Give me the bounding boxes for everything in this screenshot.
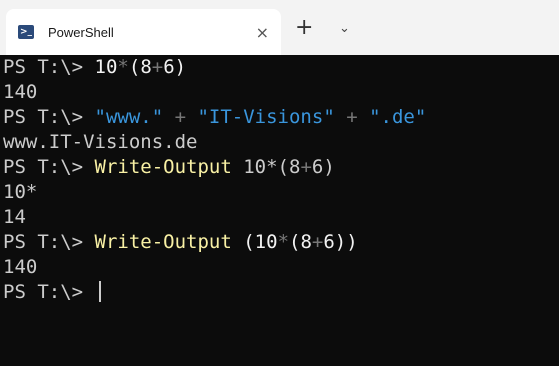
terminal-text: 140 xyxy=(3,81,38,103)
tab-title: PowerShell xyxy=(48,24,114,40)
new-tab-icon[interactable]: + xyxy=(295,17,313,39)
terminal-text: PS T:\> xyxy=(3,156,95,178)
tab-powershell[interactable]: >_ PowerShell × xyxy=(6,9,281,55)
terminal-text: "IT-Visions" xyxy=(197,106,335,128)
terminal-text: * xyxy=(277,231,290,253)
chevron-down-icon[interactable]: ⌄ xyxy=(339,22,350,35)
terminal-line: PS T:\> xyxy=(3,280,559,305)
terminal-text: PS T:\> xyxy=(3,56,95,78)
text-cursor xyxy=(98,281,101,302)
terminal-line: PS T:\> Write-Output (10*(8+6)) xyxy=(3,230,559,255)
terminal-line: 14 xyxy=(3,205,559,230)
terminal-text: + xyxy=(163,106,198,128)
terminal-text: * xyxy=(117,56,129,78)
terminal-output[interactable]: PS T:\> 10*(8+6) 140 PS T:\> "www." + "IT-… xyxy=(0,55,559,366)
terminal-text: www.IT-Visions.de xyxy=(3,131,198,153)
terminal-text: 8 xyxy=(140,56,152,78)
terminal-text: 6 xyxy=(163,56,175,78)
terminal-text: (8 xyxy=(289,231,312,253)
title-bar: >_ PowerShell × + ⌄ xyxy=(0,0,559,55)
terminal-text: 10* xyxy=(3,181,38,203)
terminal-line: 140 xyxy=(3,80,559,105)
terminal-line: PS T:\> 10*(8+6) xyxy=(3,55,559,80)
terminal-text: PS T:\> xyxy=(3,231,95,253)
terminal-text: "www." xyxy=(94,106,164,128)
terminal-text: + xyxy=(334,106,370,128)
terminal-text: PS T:\> xyxy=(3,106,95,128)
terminal-text: 140 xyxy=(3,256,38,278)
terminal-text: ".de" xyxy=(369,106,427,128)
terminal-line: PS T:\> "www." + "IT-Visions" + ".de" xyxy=(3,105,559,130)
terminal-line: 10* xyxy=(3,180,559,205)
terminal-text: PS T:\> xyxy=(3,281,95,303)
terminal-text: 6)) xyxy=(323,231,358,253)
terminal-text: Write-Output xyxy=(94,231,232,253)
terminal-line: www.IT-Visions.de xyxy=(3,130,559,155)
terminal-text: 10*(8 xyxy=(231,156,301,178)
terminal-text: + xyxy=(151,56,164,78)
terminal-text: (10 xyxy=(231,231,278,253)
terminal-text: + xyxy=(311,231,324,253)
terminal-text: ( xyxy=(128,56,141,78)
terminal-text: + xyxy=(300,156,312,178)
powershell-icon: >_ xyxy=(18,25,34,39)
terminal-line: PS T:\> Write-Output 10*(8+6) xyxy=(3,155,559,180)
terminal-text: 6) xyxy=(311,156,335,178)
terminal-text: ) xyxy=(174,56,187,78)
terminal-text: 14 xyxy=(3,206,26,228)
terminal-text: Write-Output xyxy=(94,156,232,178)
terminal-text: 10 xyxy=(94,56,118,78)
close-tab-icon[interactable]: × xyxy=(256,23,269,42)
terminal-line: 140 xyxy=(3,255,559,280)
